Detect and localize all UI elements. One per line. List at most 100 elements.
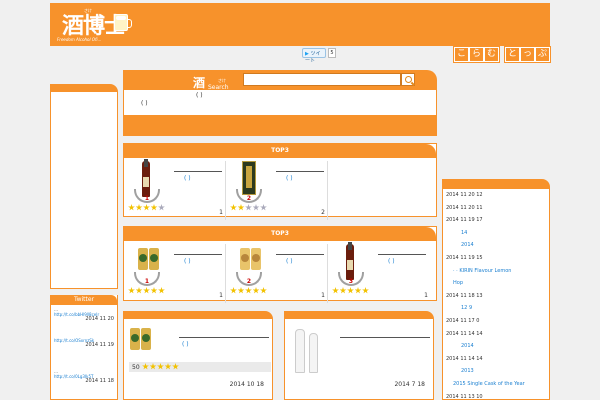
ranking-row: 1 ( ) 1 2 ( ) 1 3 ( ) 1 bbox=[124, 241, 436, 303]
news-link[interactable]: Hop bbox=[453, 280, 463, 286]
totop-char: と bbox=[506, 48, 519, 61]
search-logo: 酒 Search bbox=[193, 74, 229, 91]
search-logo-kanji: 酒 bbox=[193, 76, 206, 90]
ranking-item[interactable]: 2 ( ) 1 bbox=[226, 244, 328, 303]
news-link[interactable]: · · KIRIN Flavour Lemon bbox=[453, 268, 511, 274]
logo-subtitle: Freedom Alcohol Ofi... bbox=[57, 37, 102, 42]
rank-stars bbox=[230, 204, 267, 211]
star-icon bbox=[135, 287, 143, 294]
rank-stars bbox=[230, 287, 267, 294]
left-ad-panel bbox=[50, 84, 118, 289]
column-char: こ bbox=[455, 48, 468, 61]
search-input[interactable] bbox=[243, 73, 401, 86]
ranking-item[interactable]: 3 ( ) 1 bbox=[328, 242, 430, 303]
news-date: 2014 11 20 12 bbox=[446, 192, 483, 198]
star-icon bbox=[347, 287, 354, 294]
star-icon bbox=[142, 363, 149, 370]
tweet-button[interactable]: ▶ ツイート bbox=[302, 48, 326, 64]
twitter-list: … http://t.co/bbHl9ll8ceJr 2014 11 20 http:… bbox=[51, 305, 117, 398]
rank-number: 1 bbox=[144, 195, 150, 202]
card-score: 50 bbox=[132, 364, 140, 371]
star-icon bbox=[149, 363, 157, 370]
rank-divider bbox=[174, 254, 222, 255]
card-divider bbox=[340, 337, 430, 338]
twitter-title: Twitter bbox=[51, 295, 117, 305]
ranking-item[interactable]: 1 ( ) 1 bbox=[124, 244, 226, 303]
news-card[interactable]: ( ) 50 2014 10 18 bbox=[123, 311, 273, 400]
logo-ruby: さけ bbox=[84, 8, 92, 13]
can-image bbox=[251, 248, 261, 270]
star-icon bbox=[339, 287, 347, 294]
ranking-item[interactable]: 2 ( ) 2 bbox=[226, 161, 328, 220]
ranking-box-2: TOP3 1 ( ) 1 2 ( ) 1 3 ( ) 1 bbox=[123, 226, 437, 303]
column-button[interactable]: こ ら む bbox=[453, 46, 500, 63]
rank-count: 2 bbox=[321, 209, 325, 216]
search-button[interactable] bbox=[401, 73, 415, 86]
rank-stars bbox=[128, 204, 165, 211]
tweet-date: 2014 11 20 bbox=[85, 316, 114, 322]
news-link[interactable]: 14 bbox=[461, 230, 467, 236]
news-date: 2014 11 14 14 bbox=[446, 355, 483, 362]
star-icon bbox=[158, 204, 165, 211]
can-image bbox=[138, 248, 148, 270]
card-rating-bar: 50 bbox=[129, 362, 271, 372]
rank-paren: ( ) bbox=[286, 258, 293, 265]
rank-divider bbox=[378, 254, 426, 255]
star-icon bbox=[237, 204, 245, 211]
rank-number: 1 bbox=[144, 278, 150, 285]
star-icon bbox=[143, 204, 150, 211]
corner-nav: こ ら む と っ ぷ bbox=[453, 46, 551, 63]
totop-button[interactable]: と っ ぷ bbox=[504, 46, 551, 63]
card-divider bbox=[179, 337, 269, 338]
star-icon bbox=[164, 363, 172, 370]
star-icon bbox=[172, 363, 179, 370]
news-date: 2014 11 19 17 bbox=[446, 217, 483, 224]
star-icon bbox=[128, 204, 135, 211]
news-date: 2014 11 17 0 bbox=[446, 318, 480, 324]
news-link[interactable]: 2013 bbox=[461, 368, 474, 374]
ranking-box-1: TOP3 1 ( ) 1 2 ( ) 2 bbox=[123, 143, 437, 220]
beer-mug-icon bbox=[114, 14, 132, 31]
tweet-date: 2014 11 18 bbox=[85, 378, 114, 384]
star-icon bbox=[128, 287, 135, 294]
card-date: 2014 7 18 bbox=[394, 381, 425, 388]
can-image bbox=[240, 248, 250, 270]
product-image bbox=[295, 329, 325, 379]
star-icon bbox=[150, 204, 158, 211]
rank-count: 1 bbox=[219, 209, 223, 216]
ranking-title: TOP3 bbox=[124, 144, 436, 158]
card-date: 2014 10 18 bbox=[229, 381, 264, 388]
ranking-item[interactable] bbox=[328, 161, 430, 220]
news-link[interactable]: 2014 bbox=[461, 242, 474, 248]
tweet-date: 2014 11 19 bbox=[85, 342, 114, 348]
rank-divider bbox=[276, 254, 324, 255]
column-char: ら bbox=[470, 48, 483, 61]
rank-count: 1 bbox=[424, 292, 428, 299]
search-icon bbox=[404, 76, 412, 83]
search-results-area: ( ) ( ) bbox=[124, 90, 436, 115]
rank-number: 2 bbox=[246, 195, 252, 202]
star-icon bbox=[230, 204, 237, 211]
column-char: む bbox=[485, 48, 498, 61]
site-logo[interactable]: 酒博士 さけ Freedom Alcohol Ofi... bbox=[54, 6, 132, 44]
ranking-item[interactable]: 1 ( ) 1 bbox=[124, 159, 226, 220]
news-date: 2014 11 18 13 bbox=[446, 292, 483, 299]
news-link[interactable]: 2014 bbox=[461, 343, 474, 349]
star-icon bbox=[260, 287, 267, 294]
news-card[interactable]: 2014 7 18 bbox=[284, 311, 434, 400]
news-link[interactable]: 2015 Single Cask of the Year bbox=[453, 381, 525, 387]
ranking-row: 1 ( ) 1 2 ( ) 2 bbox=[124, 158, 436, 220]
news-date: 2014 11 13 10 bbox=[446, 393, 483, 400]
star-icon bbox=[237, 287, 245, 294]
rank-divider bbox=[174, 171, 222, 172]
card-paren: ( ) bbox=[182, 341, 189, 348]
rank-paren: ( ) bbox=[184, 258, 191, 265]
product-image bbox=[128, 324, 152, 360]
news-date: 2014 11 20 11 bbox=[446, 204, 483, 211]
twitter-bird-icon: ▶ bbox=[305, 51, 309, 57]
search-line-2: ( ) bbox=[141, 100, 148, 107]
news-link[interactable]: 12 9 bbox=[461, 305, 472, 311]
star-icon bbox=[245, 204, 252, 211]
news-sidebar: 2014 11 20 12 2014 11 20 11 2014 11 19 17 1… bbox=[442, 179, 550, 400]
star-icon bbox=[150, 287, 158, 294]
